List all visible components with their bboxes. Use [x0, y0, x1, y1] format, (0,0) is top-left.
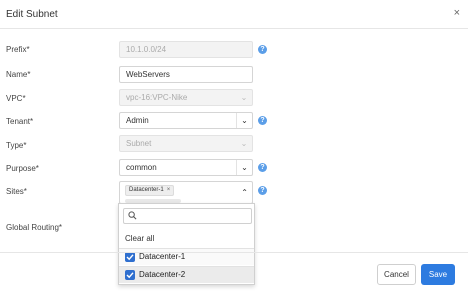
sites-label: Sites*	[6, 187, 27, 196]
chip-remove-icon[interactable]: ×	[167, 187, 171, 193]
vpc-value: vpc-16:VPC-Nike	[126, 93, 188, 102]
purpose-value: common	[126, 163, 157, 172]
chevron-down-icon[interactable]: ⌄	[236, 113, 252, 128]
name-label: Name*	[6, 70, 31, 79]
prefix-help-icon[interactable]: ?	[258, 45, 267, 54]
sites-multiselect[interactable]: Datacenter-1 × ⌃	[119, 181, 253, 204]
prefix-label: Prefix*	[6, 45, 30, 54]
chevron-down-icon[interactable]: ⌄	[236, 160, 252, 175]
prefix-value: 10.1.0.0/24	[126, 45, 167, 54]
name-value: WebServers	[126, 70, 170, 79]
purpose-select[interactable]: common ⌄	[119, 159, 253, 176]
cancel-button[interactable]: Cancel	[377, 264, 416, 285]
save-button[interactable]: Save	[421, 264, 455, 285]
sites-chip-label: Datacenter-1	[129, 187, 164, 193]
dialog-title: Edit Subnet	[6, 9, 58, 20]
global-routing-label: Global Routing*	[6, 223, 63, 232]
purpose-label: Purpose*	[6, 164, 39, 173]
name-input[interactable]: WebServers	[119, 66, 253, 83]
chevron-down-icon: ⌄	[240, 93, 248, 102]
type-value: Subnet	[126, 139, 152, 148]
sites-chip: Datacenter-1 ×	[125, 185, 175, 196]
clear-all-button[interactable]: Clear all	[125, 234, 154, 243]
dialog-header: Edit Subnet ×	[0, 0, 468, 29]
search-icon	[128, 211, 137, 220]
tenant-help-icon[interactable]: ?	[258, 116, 267, 125]
vpc-select: vpc-16:VPC-Nike ⌄	[119, 89, 253, 106]
tenant-value: Admin	[126, 116, 149, 125]
close-icon[interactable]: ×	[454, 7, 460, 19]
vpc-label: VPC*	[6, 94, 26, 103]
tenant-select[interactable]: Admin ⌄	[119, 112, 253, 129]
prefix-field: 10.1.0.0/24	[119, 41, 253, 58]
sites-help-icon[interactable]: ?	[258, 186, 267, 195]
dropdown-search-input[interactable]	[123, 208, 252, 224]
chevron-up-icon[interactable]: ⌃	[241, 188, 248, 197]
type-select: Subnet ⌄	[119, 135, 253, 152]
type-label: Type*	[6, 141, 27, 150]
chevron-down-icon: ⌄	[240, 139, 248, 148]
purpose-help-icon[interactable]: ?	[258, 163, 267, 172]
tenant-label: Tenant*	[6, 117, 34, 126]
